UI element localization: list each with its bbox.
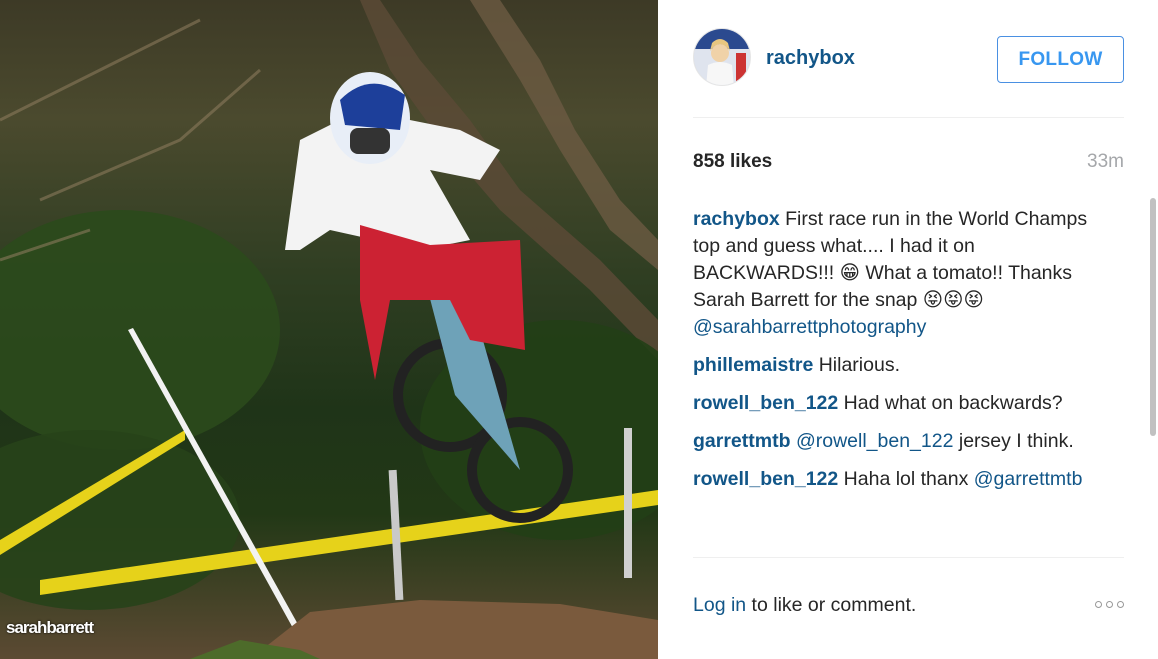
avatar-image: [694, 29, 750, 85]
photo-watermark: sarahbarrett: [6, 618, 94, 637]
photo-illustration: [0, 0, 658, 659]
post-photo[interactable]: sarahbarrett: [0, 0, 658, 659]
comment-item: rowell_ben_122 Haha lol thanx @garrettmt…: [693, 466, 1113, 493]
login-prompt-text: to like or comment.: [746, 594, 917, 616]
likes-count[interactable]: 858 likes: [693, 151, 772, 173]
comment-username[interactable]: garrettmtb: [693, 430, 791, 452]
comment-text: Hilarious.: [818, 354, 900, 376]
comment-username[interactable]: rowell_ben_122: [693, 468, 838, 490]
caption-username[interactable]: rachybox: [693, 208, 780, 230]
caption: rachybox First race run in the World Cha…: [693, 206, 1113, 341]
comment-mention[interactable]: @garrettmtb: [974, 468, 1083, 490]
footer-divider: [693, 557, 1124, 558]
login-prompt: Log in to like or comment.: [693, 594, 916, 617]
comment-item: garrettmtb @rowell_ben_122 jersey I thin…: [693, 428, 1113, 455]
comments-list: rachybox First race run in the World Cha…: [693, 206, 1113, 550]
more-dot-icon: [1095, 601, 1102, 608]
header-divider: [693, 117, 1124, 118]
comment-text: Had what on backwards?: [843, 392, 1063, 414]
comment-item: phillemaistre Hilarious.: [693, 352, 1113, 379]
username-link[interactable]: rachybox: [766, 47, 855, 70]
post-time[interactable]: 33m: [1087, 151, 1124, 173]
avatar[interactable]: [693, 28, 751, 86]
comment-mention[interactable]: @rowell_ben_122: [796, 430, 954, 452]
post-header: rachybox FOLLOW: [693, 28, 1124, 88]
login-link[interactable]: Log in: [693, 594, 746, 616]
more-options-icon[interactable]: [1095, 601, 1124, 608]
post-side-panel: rachybox FOLLOW 858 likes 33m rachybox F…: [658, 0, 1158, 659]
comment-text: jersey I think.: [958, 430, 1074, 452]
caption-mention[interactable]: @sarahbarrettphotography: [693, 316, 926, 338]
comment-item: rowell_ben_122 Had what on backwards?: [693, 390, 1113, 417]
more-dot-icon: [1106, 601, 1113, 608]
follow-button[interactable]: FOLLOW: [997, 36, 1124, 83]
more-dot-icon: [1117, 601, 1124, 608]
comment-username[interactable]: phillemaistre: [693, 354, 813, 376]
comment-username[interactable]: rowell_ben_122: [693, 392, 838, 414]
comment-text: Haha lol thanx: [843, 468, 969, 490]
comments-scrollbar[interactable]: [1150, 198, 1156, 436]
